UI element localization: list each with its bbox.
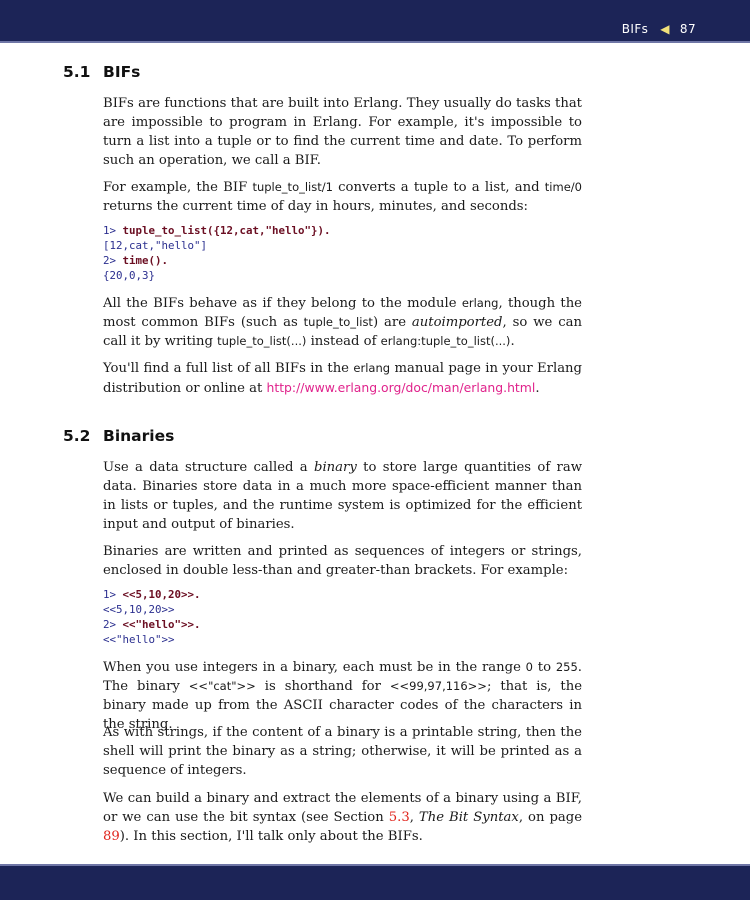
text: All the BIFs behave as if they belong to… bbox=[103, 296, 462, 311]
emphasis: binary bbox=[314, 460, 357, 475]
shell-prompt: 1> bbox=[103, 588, 123, 601]
inline-code: erlang bbox=[353, 361, 391, 375]
code-line: 1> <<5,10,20>>. bbox=[103, 587, 201, 602]
shell-output: <<5,10,20>> bbox=[103, 603, 175, 616]
header-rule bbox=[0, 41, 750, 43]
text: ). In this section, I'll talk only about… bbox=[119, 829, 423, 844]
text: For example, the BIF bbox=[103, 180, 253, 195]
section-heading-binaries: 5.2 Binaries bbox=[63, 427, 174, 445]
inline-code: time/0 bbox=[544, 180, 582, 194]
text: Use a data structure called a bbox=[103, 460, 315, 475]
page-number: 87 bbox=[679, 22, 696, 36]
paragraph-printable-strings: As with strings, if the content of a bin… bbox=[103, 725, 582, 778]
section-heading-bifs: 5.1 BIFs bbox=[63, 63, 140, 81]
paragraph-manual-link: You'll find a full list of all BIFs in t… bbox=[103, 359, 582, 398]
code-block-bifs: 1> tuple_to_list({12,cat,"hello"}). [12,… bbox=[103, 223, 331, 283]
shell-prompt: 1> bbox=[103, 224, 123, 237]
inline-code: <<99,97,116>> bbox=[389, 679, 487, 693]
running-header: BIFs ◀ 87 bbox=[622, 22, 696, 36]
text: . bbox=[535, 381, 540, 396]
inline-code: tuple_to_list bbox=[303, 315, 373, 329]
code-line: 2> time(). bbox=[103, 253, 331, 268]
inline-code: 0 bbox=[525, 660, 533, 674]
text: returns the current time of day in hours… bbox=[103, 199, 528, 214]
inline-code: tuple_to_list(...) bbox=[217, 334, 307, 348]
text: When you use integers in a binary, each … bbox=[103, 660, 526, 675]
paragraph-binary-intro: Use a data structure called a binary to … bbox=[103, 458, 582, 534]
section-number: 5.2 bbox=[63, 427, 91, 445]
inline-code: tuple_to_list/1 bbox=[252, 180, 333, 194]
shell-command: <<5,10,20>>. bbox=[122, 588, 201, 601]
shell-command: <<"hello">>. bbox=[122, 618, 201, 631]
text: , bbox=[409, 810, 419, 825]
footer-bar bbox=[0, 864, 750, 900]
section-title: Binaries bbox=[103, 427, 175, 445]
text: . bbox=[510, 334, 515, 349]
emphasis: autoimported bbox=[411, 315, 503, 330]
text: converts a tuple to a list, and bbox=[332, 180, 545, 195]
text: instead of bbox=[306, 334, 381, 349]
code-line: 1> tuple_to_list({12,cat,"hello"}). bbox=[103, 223, 331, 238]
code-block-binaries: 1> <<5,10,20>>. <<5,10,20>> 2> <<"hello"… bbox=[103, 587, 201, 647]
header-section-title: BIFs bbox=[621, 22, 649, 36]
text: , on page bbox=[518, 810, 582, 825]
shell-command: time(). bbox=[122, 254, 169, 267]
code-line: 2> <<"hello">>. bbox=[103, 617, 201, 632]
text: ) are bbox=[372, 315, 412, 330]
paragraph-bit-syntax: We can build a binary and extract the el… bbox=[103, 789, 582, 846]
paragraph-bifs-intro: BIFs are functions that are built into E… bbox=[103, 96, 582, 168]
emphasis: The Bit Syntax bbox=[418, 810, 519, 825]
back-arrow-icon[interactable]: ◀ bbox=[660, 22, 670, 36]
text: You'll find a full list of all BIFs in t… bbox=[103, 361, 354, 376]
inline-code: 255 bbox=[555, 660, 578, 674]
shell-command: tuple_to_list({12,cat,"hello"}). bbox=[122, 224, 331, 237]
section-reference-link[interactable]: 5.3 bbox=[389, 810, 410, 825]
text: is shorthand for bbox=[255, 679, 390, 694]
page-reference-link[interactable]: 89 bbox=[103, 829, 120, 844]
inline-code: erlang:tuple_to_list(...) bbox=[380, 334, 511, 348]
shell-prompt: 2> bbox=[103, 618, 123, 631]
shell-output: {20,0,3} bbox=[103, 269, 156, 282]
shell-output: [12,cat,"hello"] bbox=[103, 239, 208, 252]
erlang-manual-link[interactable]: http://www.erlang.org/doc/man/erlang.htm… bbox=[266, 380, 535, 395]
paragraph-binary-syntax: Binaries are written and printed as sequ… bbox=[103, 544, 582, 578]
inline-code: erlang bbox=[461, 296, 499, 310]
footer-rule bbox=[0, 864, 750, 866]
shell-output: <<"hello">> bbox=[103, 633, 175, 646]
section-title: BIFs bbox=[103, 63, 141, 81]
paragraph-bif-example: For example, the BIF tuple_to_list/1 con… bbox=[103, 178, 582, 216]
paragraph-autoimported: All the BIFs behave as if they belong to… bbox=[103, 294, 582, 351]
text: to bbox=[533, 660, 556, 675]
shell-prompt: 2> bbox=[103, 254, 123, 267]
section-number: 5.1 bbox=[63, 63, 91, 81]
inline-code: <<"cat">> bbox=[188, 679, 256, 693]
